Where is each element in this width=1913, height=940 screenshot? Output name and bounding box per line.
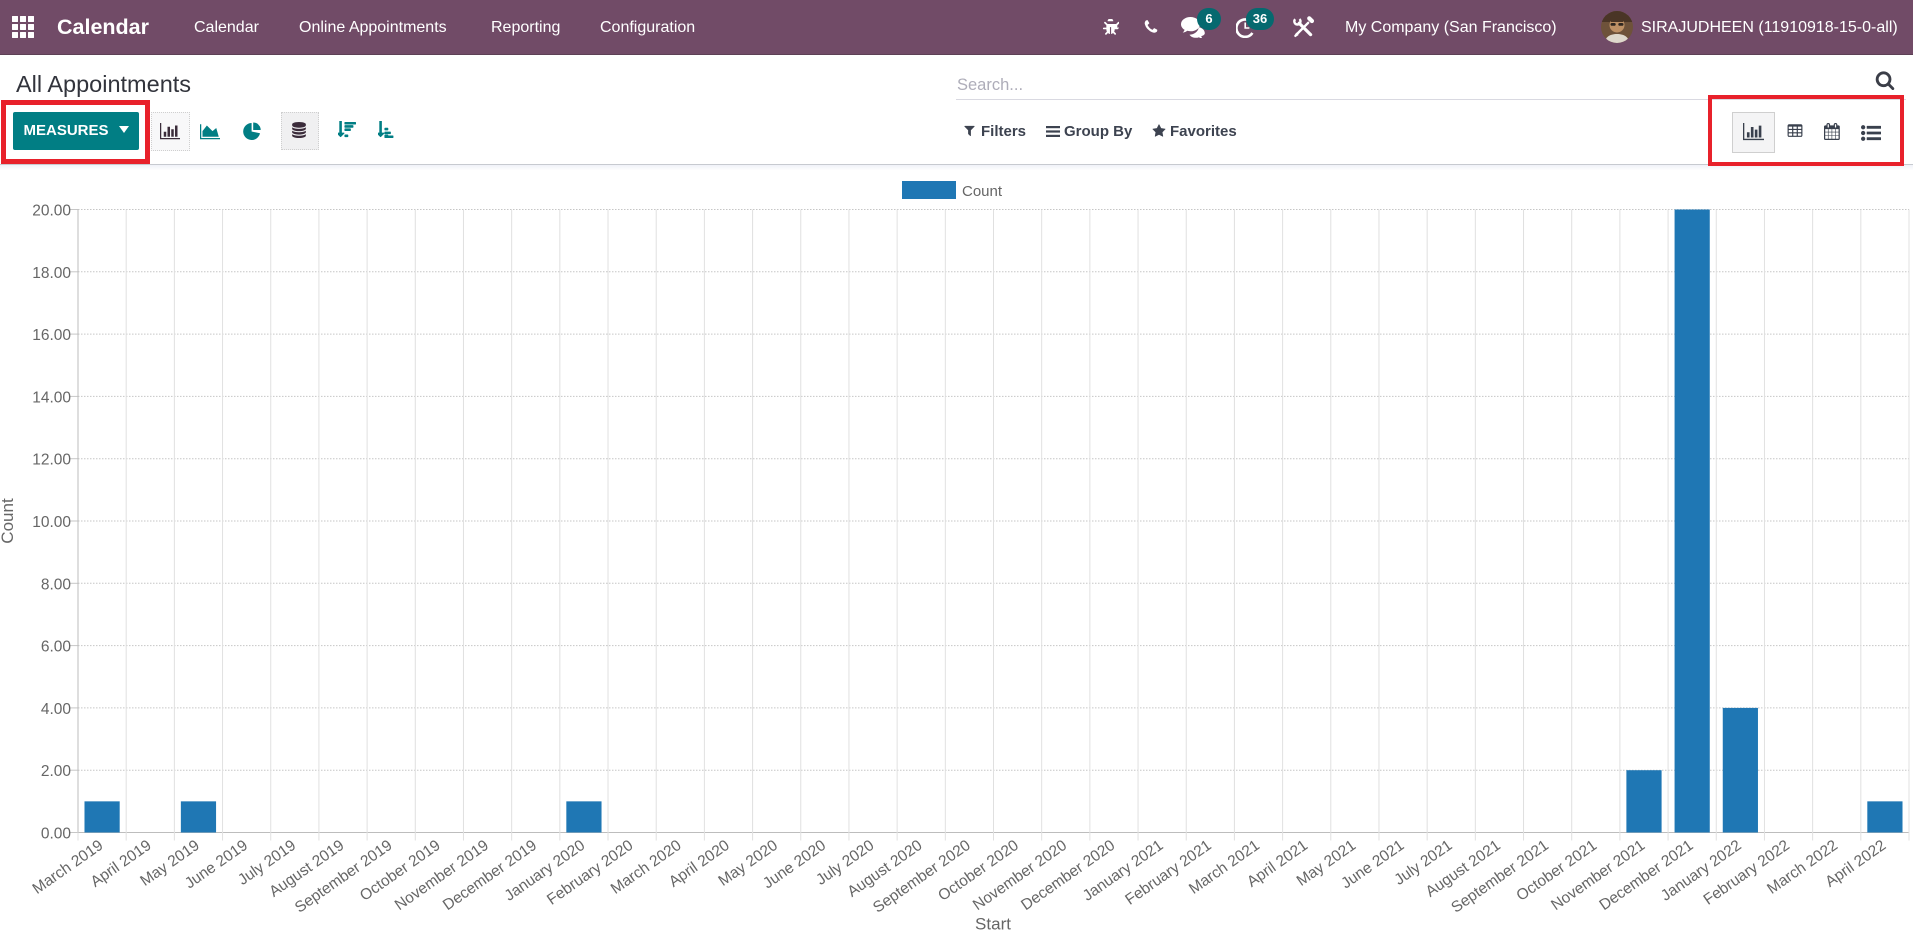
svg-text:18.00: 18.00	[32, 265, 71, 282]
svg-text:Count: Count	[0, 498, 17, 544]
svg-text:0.00: 0.00	[41, 826, 72, 843]
svg-text:4.00: 4.00	[41, 701, 72, 718]
svg-text:20.00: 20.00	[32, 203, 71, 220]
svg-text:10.00: 10.00	[32, 514, 71, 531]
svg-text:16.00: 16.00	[32, 327, 71, 344]
svg-text:8.00: 8.00	[41, 576, 72, 593]
svg-text:Start: Start	[975, 915, 1011, 934]
svg-text:12.00: 12.00	[32, 452, 71, 469]
svg-text:6.00: 6.00	[41, 639, 72, 656]
svg-text:Count: Count	[962, 183, 1003, 200]
svg-text:14.00: 14.00	[32, 389, 71, 406]
svg-text:2.00: 2.00	[41, 763, 72, 780]
